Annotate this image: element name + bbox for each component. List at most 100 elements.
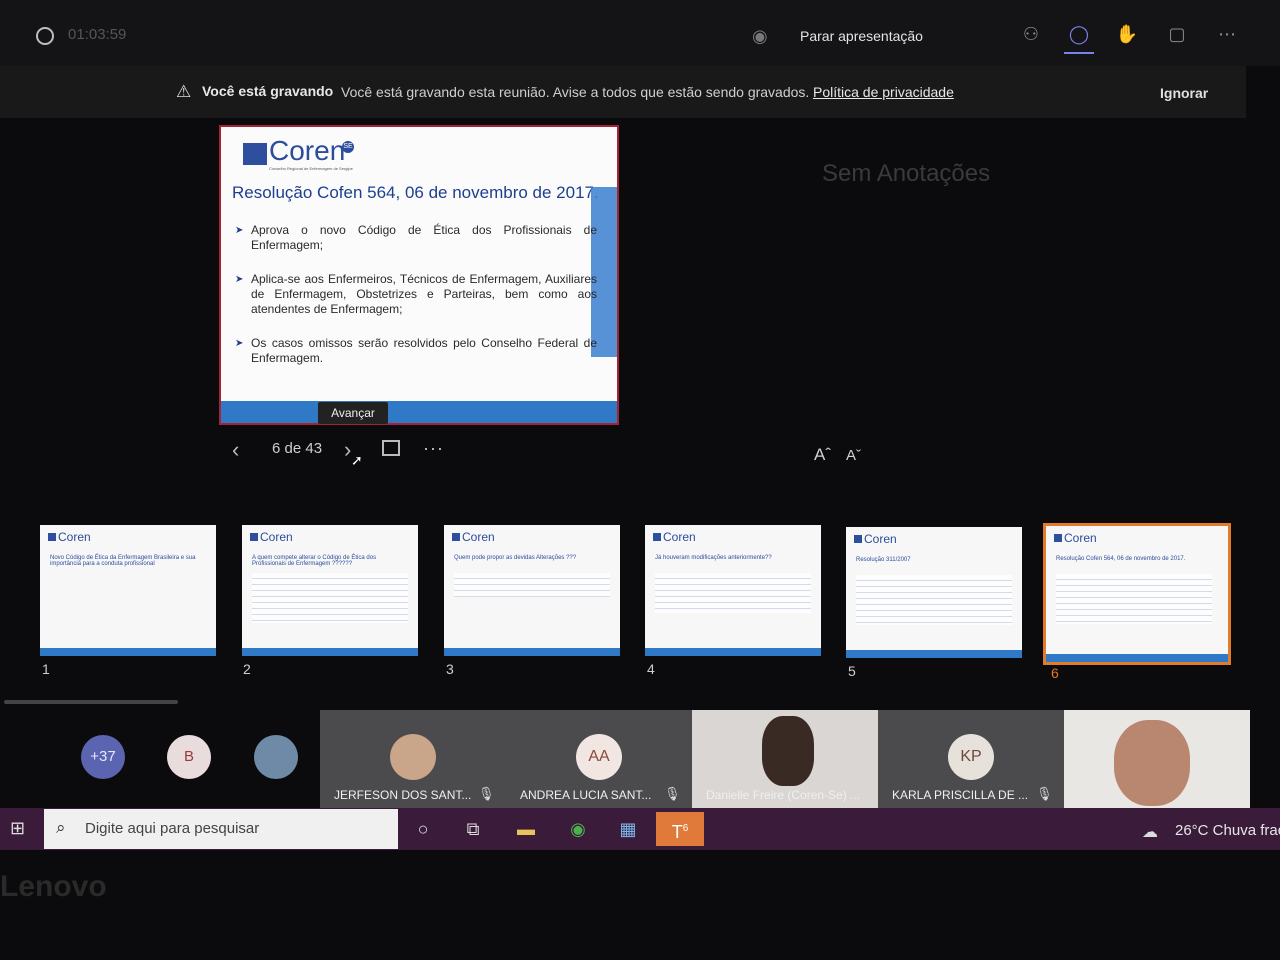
task-view-icon[interactable]: ⧉ xyxy=(455,812,491,846)
participant-tile[interactable]: AA ANDREA LUCIA SANT... 🎙 xyxy=(506,710,692,808)
lenovo-logo: Lenovo xyxy=(0,870,107,903)
thumb-logo: Coren xyxy=(250,530,293,544)
chat-active-indicator xyxy=(1064,52,1094,54)
participant-photo-avatar[interactable] xyxy=(254,735,298,779)
cortana-icon[interactable]: ○ xyxy=(405,812,441,846)
file-explorer-icon[interactable]: ▬ xyxy=(508,812,544,846)
search-placeholder[interactable]: Digite aqui para pesquisar xyxy=(85,820,259,837)
mic-muted-icon: 🎙 xyxy=(1036,786,1053,801)
no-notes-text: Sem Anotações xyxy=(822,160,991,187)
participant-video xyxy=(1114,720,1190,806)
thumbnail-scrollbar[interactable] xyxy=(4,700,178,704)
thumb-logo: Coren xyxy=(452,530,495,544)
participant-avatar[interactable]: B xyxy=(167,735,211,779)
participant-name: KARLA PRISCILLA DE ... xyxy=(892,788,1029,802)
slide-thumbnail-active[interactable]: Coren Resolução Cofen 564, 06 de novembr… xyxy=(1043,523,1231,665)
thumb-title: Já houveram modificações anteriormente?? xyxy=(655,555,772,561)
teams-icon[interactable]: T6 xyxy=(656,812,704,846)
thumb-number: 1 xyxy=(42,661,50,677)
slide-logo-badge: SE xyxy=(342,141,354,153)
participant-tile[interactable]: JERFESON DOS SANT... 🎙 xyxy=(320,710,506,808)
meeting-timer: 01:03:59 xyxy=(68,26,127,43)
decrease-font-button[interactable]: Aˇ xyxy=(846,447,861,464)
increase-font-button[interactable]: Aˆ xyxy=(814,445,831,465)
banner-heading: Você está gravando xyxy=(202,83,334,99)
eye-icon[interactable]: ◉ xyxy=(752,26,776,46)
rooms-icon[interactable]: ▢ xyxy=(1164,24,1190,48)
participant-video xyxy=(762,716,814,786)
participant-name: JERFESON DOS SANT... xyxy=(334,788,472,802)
thumb-logo: Coren xyxy=(653,530,696,544)
slide-more-options[interactable]: ··· xyxy=(423,438,444,459)
thumb-body xyxy=(856,575,1012,625)
thumb-title: A quem compete alterar o Código de Ética… xyxy=(252,555,377,567)
slide-thumbnail[interactable]: Coren Novo Código de Ética da Enfermagem… xyxy=(40,525,216,656)
thumb-number: 4 xyxy=(647,661,655,677)
thumb-body xyxy=(655,573,811,613)
page-counter: 6 de 43 xyxy=(272,440,323,457)
ignore-button[interactable]: Ignorar xyxy=(1160,85,1208,101)
participant-video-tile[interactable] xyxy=(1064,710,1250,808)
banner-message: Você está gravando esta reunião. Avise a… xyxy=(341,84,810,100)
recording-indicator-icon xyxy=(36,27,54,45)
stop-presenting-button[interactable]: Parar apresentação xyxy=(800,28,923,44)
privacy-policy-link[interactable]: Política de privacidade xyxy=(813,84,954,100)
thumb-body xyxy=(1056,574,1212,624)
teams-badge: 6 xyxy=(682,823,689,834)
thumb-title: Resolução 311/2007 xyxy=(856,557,911,563)
calculator-icon[interactable]: ▦ xyxy=(610,812,646,846)
thumb-footer-bar xyxy=(1046,654,1228,662)
slide-footer-bar xyxy=(221,401,617,423)
chrome-icon[interactable]: ◉ xyxy=(560,812,596,846)
slide-bullet: Aplica-se aos Enfermeiros, Técnicos de E… xyxy=(235,272,597,317)
chat-icon[interactable]: ◯ xyxy=(1066,24,1092,48)
slide-thumbnail[interactable]: Coren Já houveram modificações anteriorm… xyxy=(645,525,821,656)
slide-thumbnail[interactable]: Coren Resolução 311/2007 xyxy=(846,527,1022,658)
thumb-title: Quem pode propor as devidas Alterações ?… xyxy=(454,555,577,561)
participant-initials-avatar: KP xyxy=(948,734,994,780)
more-options-icon[interactable]: ⋯ xyxy=(1214,24,1240,48)
thumb-logo: Coren xyxy=(854,532,897,546)
participant-initials-avatar: AA xyxy=(576,734,622,780)
chevron-left-icon[interactable]: ‹ xyxy=(232,437,239,463)
mouse-cursor-icon: ➚ xyxy=(351,452,363,468)
advance-tooltip: Avançar xyxy=(318,402,388,424)
thumb-title: Novo Código de Ética da Enfermagem Brasi… xyxy=(50,555,196,567)
participant-name: Danielle Freire (Coren-Se) ... xyxy=(706,788,861,802)
thumb-body xyxy=(454,573,610,597)
cloud-rain-icon: ☁ xyxy=(1142,824,1158,841)
participants-icon[interactable]: ⚇ xyxy=(1018,24,1044,48)
slide-bullet: Aprova o novo Código de Ética dos Profis… xyxy=(235,223,597,253)
raise-hand-icon[interactable]: ✋ xyxy=(1114,24,1140,48)
thumb-logo: Coren xyxy=(48,530,91,544)
slide-logo: Coren xyxy=(269,135,346,166)
windows-start-icon[interactable]: ⊞ xyxy=(10,818,25,839)
slide-title: Resolução Cofen 564, 06 de novembro de 2… xyxy=(232,183,599,202)
thumb-number: 3 xyxy=(446,661,454,677)
participant-video-tile[interactable]: Danielle Freire (Coren-Se) ... xyxy=(692,710,878,808)
current-slide[interactable]: Coren SE Conselho Regional de Enfermagem… xyxy=(219,125,619,425)
mic-muted-icon: 🎙 xyxy=(478,786,495,801)
grid-view-icon[interactable] xyxy=(382,440,400,456)
thumb-body xyxy=(252,573,408,623)
weather-text[interactable]: 26°C Chuva frac xyxy=(1175,822,1280,839)
participant-tile[interactable]: KP KARLA PRISCILLA DE ... 🎙 xyxy=(878,710,1064,808)
mic-muted-icon: 🎙 xyxy=(664,786,681,801)
thumb-footer-bar xyxy=(645,648,821,656)
slide-bullet-list: Aprova o novo Código de Ética dos Profis… xyxy=(235,223,597,385)
slide-logo-subtitle: Conselho Regional de Enfermagem de Sergi… xyxy=(269,166,353,171)
thumb-number: 2 xyxy=(243,661,251,677)
thumb-footer-bar xyxy=(242,648,418,656)
participant-name: ANDREA LUCIA SANT... xyxy=(520,788,652,802)
slide-thumbnail[interactable]: Coren Quem pode propor as devidas Altera… xyxy=(444,525,620,656)
thumb-logo: Coren xyxy=(1054,531,1097,545)
thumb-footer-bar xyxy=(846,650,1022,658)
thumb-number: 6 xyxy=(1051,665,1059,681)
slide-thumbnail[interactable]: Coren A quem compete alterar o Código de… xyxy=(242,525,418,656)
thumb-title: Resolução Cofen 564, 06 de novembro de 2… xyxy=(1056,556,1186,562)
more-participants-button[interactable]: +37 xyxy=(81,735,125,779)
slide-bullet: Os casos omissos serão resolvidos pelo C… xyxy=(235,336,597,366)
warning-icon: ⚠ xyxy=(176,82,192,101)
search-icon: ⌕ xyxy=(56,818,66,837)
thumb-footer-bar xyxy=(444,648,620,656)
